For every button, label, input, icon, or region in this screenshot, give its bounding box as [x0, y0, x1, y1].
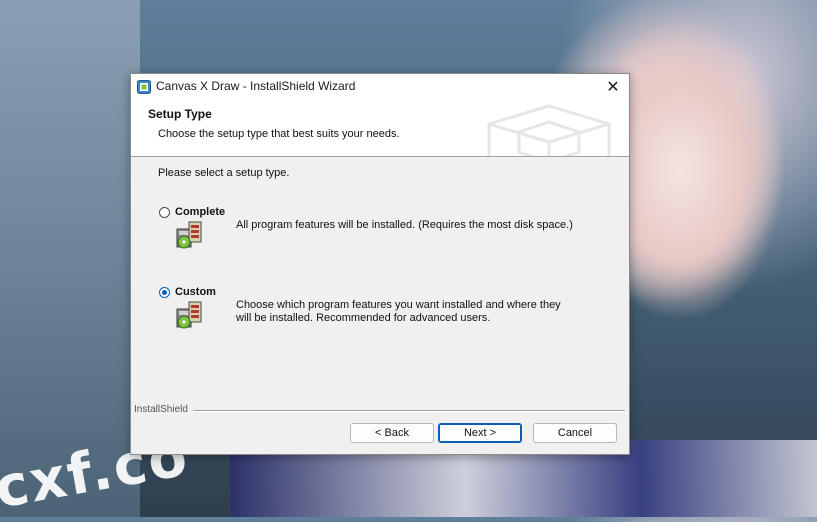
- back-button[interactable]: < Back: [350, 423, 434, 443]
- package-complete-icon: [176, 221, 202, 249]
- footer-divider-highlight: [193, 411, 625, 412]
- cancel-button[interactable]: Cancel: [533, 423, 617, 443]
- next-button[interactable]: Next >: [438, 423, 522, 443]
- installshield-dialog: Canvas X Draw - InstallShield Wizard ✕ S…: [130, 73, 630, 455]
- installshield-logo-icon: [487, 104, 611, 156]
- window-title: Canvas X Draw - InstallShield Wizard: [156, 79, 356, 93]
- complete-description: All program features will be installed. …: [236, 219, 573, 231]
- package-custom-icon: [176, 301, 202, 329]
- close-icon: ✕: [606, 79, 620, 96]
- page-title: Setup Type: [148, 107, 212, 121]
- page-subtitle: Choose the setup type that best suits yo…: [158, 128, 400, 140]
- close-button[interactable]: ✕: [597, 74, 629, 100]
- desktop-background-portrait: [620, 0, 817, 440]
- complete-label[interactable]: Complete: [175, 206, 225, 218]
- custom-description: Choose which program features you want i…: [236, 299, 561, 324]
- installshield-brand-label: InstallShield: [134, 404, 188, 415]
- wizard-header: Setup Type Choose the setup type that be…: [131, 100, 629, 157]
- custom-radio[interactable]: [159, 287, 170, 298]
- title-bar: Canvas X Draw - InstallShield Wizard ✕: [131, 74, 629, 100]
- setup-type-prompt: Please select a setup type.: [158, 167, 290, 179]
- custom-label[interactable]: Custom: [175, 286, 216, 298]
- complete-radio[interactable]: [159, 207, 170, 218]
- installer-app-icon: [137, 80, 151, 94]
